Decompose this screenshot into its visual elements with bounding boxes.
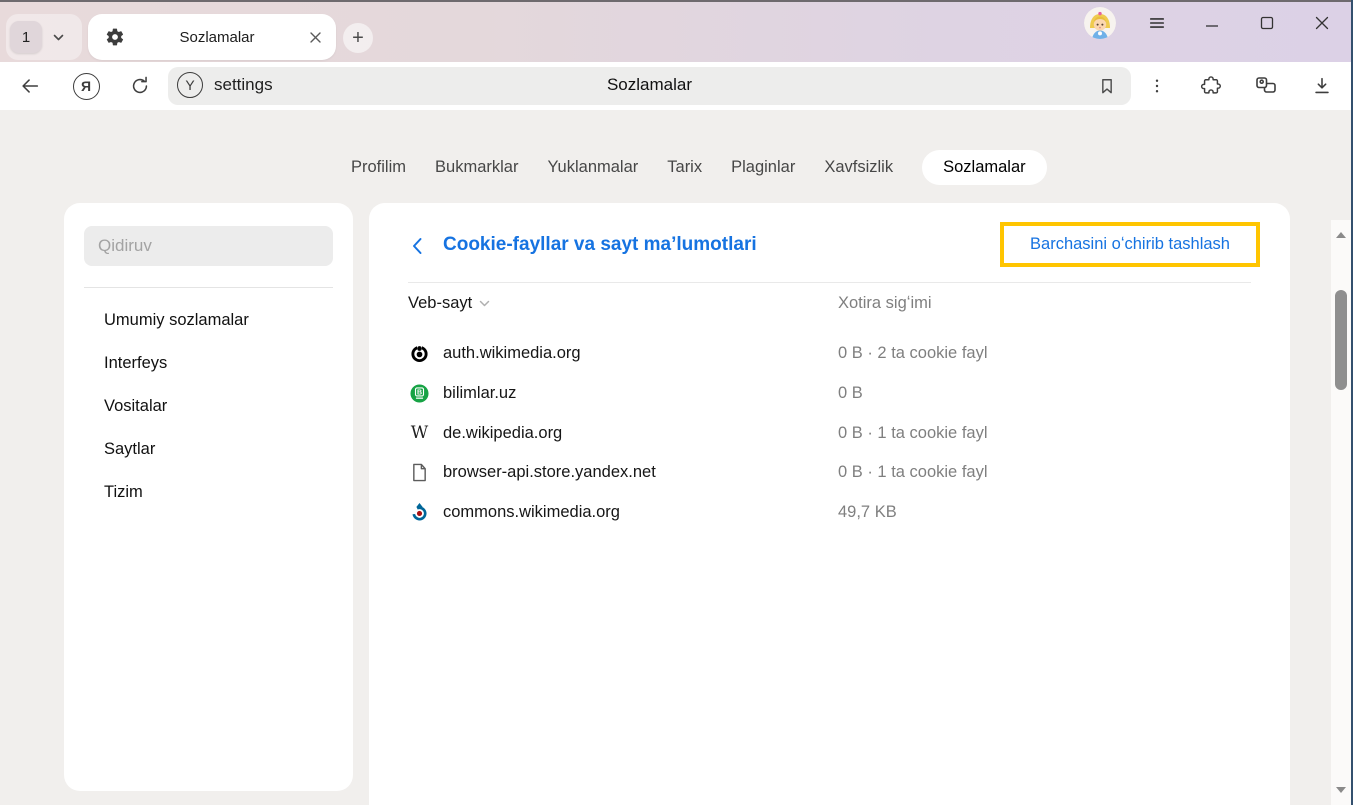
- nav-tab[interactable]: Tarix: [667, 158, 702, 177]
- site-rows: auth.wikimedia.org 0 B · 2 ta cookie fay…: [369, 334, 1290, 532]
- scrollbar-thumb[interactable]: [1335, 290, 1347, 390]
- gear-icon: [105, 27, 125, 47]
- scrollbar-up-icon[interactable]: [1331, 222, 1351, 248]
- site-name: commons.wikimedia.org: [443, 503, 620, 522]
- bilimlar-favicon-icon: B: [410, 384, 429, 403]
- wikipedia-w-icon: W: [410, 424, 429, 443]
- site-name: auth.wikimedia.org: [443, 344, 581, 363]
- sidebar-item[interactable]: Umumiy sozlamalar: [64, 299, 353, 342]
- nav-tab[interactable]: Plaginlar: [731, 158, 795, 177]
- settings-nav: Profilim Bukmarklar Yuklanmalar Tarix Pl…: [351, 148, 1047, 186]
- column-site-label: Veb-sayt: [408, 294, 472, 313]
- sidebar-item[interactable]: Tizim: [64, 471, 353, 514]
- table-divider: [408, 282, 1251, 283]
- tab-title: Sozlamalar: [125, 29, 309, 46]
- highlight-annotation-box: Barchasini oʻchirib tashlash: [1000, 222, 1260, 267]
- bookmark-icon[interactable]: [1091, 71, 1123, 101]
- browser-menu-icon[interactable]: [1143, 9, 1171, 37]
- back-icon[interactable]: [10, 62, 50, 110]
- generic-page-icon: [410, 463, 429, 482]
- sidebar-item[interactable]: Vositalar: [64, 385, 353, 428]
- tab-strip: 1 Sozlamalar +: [0, 0, 1353, 62]
- site-name: de.wikipedia.org: [443, 424, 562, 443]
- back-chevron-icon[interactable]: [407, 233, 427, 259]
- sidebar-item[interactable]: Saytlar: [64, 428, 353, 471]
- tab-close-icon[interactable]: [309, 31, 322, 44]
- nav-tab[interactable]: Profilim: [351, 158, 406, 177]
- window-minimize-icon[interactable]: [1198, 9, 1226, 37]
- svg-text:B: B: [417, 389, 422, 396]
- new-tab-button[interactable]: +: [343, 23, 373, 53]
- site-storage: 0 B: [838, 384, 863, 403]
- sidebar-item[interactable]: Interfeys: [64, 342, 353, 385]
- site-storage: 0 B · 1 ta cookie fayl: [838, 424, 988, 443]
- table-header: Veb-sayt Xotira sigʻimi: [369, 294, 1290, 318]
- sort-chevron-icon: [479, 300, 490, 308]
- extensions-puzzle-icon[interactable]: [1191, 62, 1231, 110]
- site-storage: 0 B · 2 ta cookie fayl: [838, 344, 988, 363]
- window-top-edge: [0, 0, 1353, 2]
- page-scrollbar[interactable]: [1331, 220, 1351, 805]
- site-name: bilimlar.uz: [443, 384, 516, 403]
- commons-logo-icon: [410, 503, 429, 522]
- sidebar-divider: [84, 287, 333, 288]
- site-name: browser-api.store.yandex.net: [443, 463, 656, 482]
- page-title: Cookie-fayllar va sayt ma’lumotlari: [443, 234, 757, 256]
- search-input[interactable]: [84, 226, 333, 266]
- window-maximize-icon[interactable]: [1253, 9, 1281, 37]
- reload-icon[interactable]: [120, 62, 160, 110]
- yandex-logo-icon[interactable]: Я: [66, 62, 106, 110]
- column-storage-label: Xotira sigʻimi: [838, 294, 932, 313]
- settings-tab[interactable]: Sozlamalar: [88, 14, 336, 60]
- nav-tab[interactable]: Yuklanmalar: [547, 158, 638, 177]
- site-row[interactable]: auth.wikimedia.org 0 B · 2 ta cookie fay…: [369, 334, 1290, 374]
- window-close-icon[interactable]: [1308, 9, 1336, 37]
- wikimedia-logo-icon: [410, 344, 429, 363]
- nav-tab[interactable]: Sozlamalar: [922, 150, 1047, 185]
- nav-tab[interactable]: Bukmarklar: [435, 158, 518, 177]
- passwords-key-icon[interactable]: [1246, 62, 1286, 110]
- settings-page: Profilim Bukmarklar Yuklanmalar Tarix Pl…: [0, 110, 1353, 805]
- address-bar[interactable]: Y settings Sozlamalar: [168, 67, 1131, 105]
- scrollbar-down-icon[interactable]: [1331, 777, 1351, 803]
- cookies-panel: Cookie-fayllar va sayt ma’lumotlari Barc…: [369, 203, 1290, 805]
- tab-counter-button[interactable]: 1: [6, 14, 82, 60]
- chevron-down-icon[interactable]: [52, 31, 65, 44]
- browser-toolbar: Я Y settings Sozlamalar: [0, 62, 1353, 110]
- settings-sidebar: Umumiy sozlamalar Interfeys Vositalar Sa…: [64, 203, 353, 791]
- user-avatar[interactable]: [1084, 7, 1116, 39]
- site-storage: 0 B · 1 ta cookie fayl: [838, 463, 988, 482]
- site-storage: 49,7 KB: [838, 503, 897, 522]
- more-menu-icon[interactable]: [1137, 62, 1177, 110]
- sidebar-items: Umumiy sozlamalar Interfeys Vositalar Sa…: [64, 299, 353, 514]
- nav-tab[interactable]: Xavfsizlik: [824, 158, 893, 177]
- downloads-icon[interactable]: [1302, 62, 1342, 110]
- site-row[interactable]: commons.wikimedia.org 49,7 KB: [369, 493, 1290, 533]
- omnibox-page-title: Sozlamalar: [168, 75, 1131, 95]
- site-row[interactable]: browser-api.store.yandex.net 0 B · 1 ta …: [369, 453, 1290, 493]
- site-row[interactable]: W de.wikipedia.org 0 B · 1 ta cookie fay…: [369, 413, 1290, 453]
- tab-count-badge[interactable]: 1: [10, 21, 42, 53]
- delete-all-button[interactable]: Barchasini oʻchirib tashlash: [1030, 235, 1230, 254]
- site-row[interactable]: B bilimlar.uz 0 B: [369, 374, 1290, 414]
- column-site-sort[interactable]: Veb-sayt: [408, 294, 490, 313]
